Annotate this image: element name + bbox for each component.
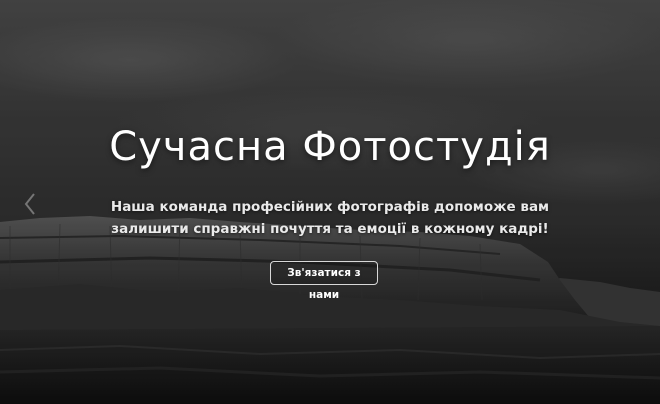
- contact-us-button[interactable]: Зв'язатися з нами: [270, 261, 378, 301]
- hero-content: Сучасна Фотостудія Наша команда професій…: [0, 0, 660, 404]
- hero-subtitle: Наша команда професійних фотографів допо…: [110, 199, 550, 237]
- hero-section: Сучасна Фотостудія Наша команда професій…: [0, 0, 660, 404]
- hero-title: Сучасна Фотостудія: [109, 124, 551, 170]
